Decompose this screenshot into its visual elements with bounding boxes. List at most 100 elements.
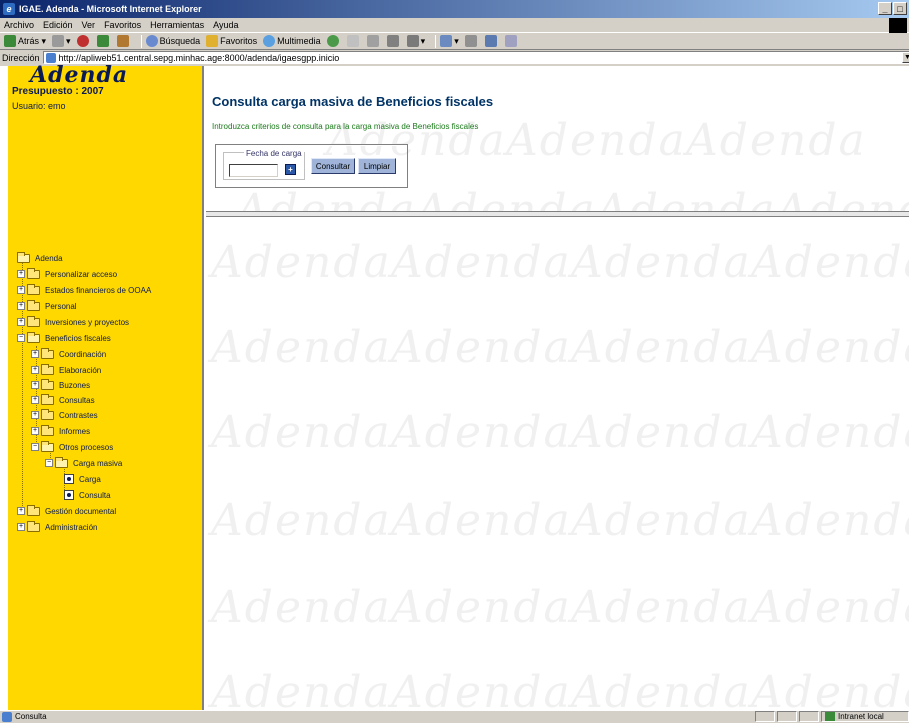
home-button[interactable]: [116, 35, 131, 47]
search-icon: [145, 35, 158, 47]
expand-icon[interactable]: +: [17, 302, 25, 310]
collapse-icon[interactable]: −: [17, 334, 25, 342]
maximize-button[interactable]: □: [893, 2, 907, 15]
calendar-button[interactable]: +: [285, 164, 296, 175]
tree-item-buzones[interactable]: + Buzones: [31, 378, 90, 392]
watermark: Adenda: [211, 495, 392, 546]
address-input[interactable]: http://apliweb51.central.sepg.minhac.age…: [42, 51, 909, 64]
folder-icon: [27, 283, 40, 295]
expand-icon[interactable]: +: [31, 381, 39, 389]
status-bar: Consulta Intranet local: [0, 710, 909, 722]
mail-icon: [440, 35, 453, 47]
back-arrow-icon: [4, 35, 16, 47]
results-frame: Adenda Adenda Adenda Adenda Adenda Adend…: [206, 217, 909, 710]
favorites-button[interactable]: Favoritos: [206, 35, 257, 47]
budget-year: Presupuesto : 2007: [12, 86, 104, 97]
status-panes: Intranet local: [753, 711, 909, 723]
folder-open-icon: [17, 251, 30, 263]
date-input[interactable]: [229, 164, 278, 177]
watermark: Adenda: [211, 322, 392, 373]
menu-edicion[interactable]: Edición: [43, 20, 73, 30]
expand-icon[interactable]: +: [31, 350, 39, 358]
tree-item-personal[interactable]: + Personal: [17, 299, 77, 313]
minimize-button[interactable]: _: [878, 2, 892, 15]
tree-item-administracion[interactable]: + Administración: [17, 520, 97, 534]
watermark: Adenda: [211, 667, 392, 710]
tree-item-informes[interactable]: + Informes: [31, 424, 90, 438]
collapse-icon[interactable]: −: [31, 443, 39, 451]
expand-icon[interactable]: +: [17, 523, 25, 531]
tree-item-coordinacion[interactable]: + Coordinación: [31, 347, 106, 361]
home-icon: [116, 35, 129, 47]
forward-button[interactable]: ▾: [52, 35, 71, 47]
expand-icon[interactable]: +: [17, 507, 25, 515]
tree-item-adenda[interactable]: Adenda: [17, 251, 63, 265]
encoding-button[interactable]: ▾: [406, 35, 425, 47]
collapse-icon[interactable]: −: [45, 459, 53, 467]
window-title: IGAE. Adenda - Microsoft Internet Explor…: [19, 4, 202, 14]
menu-favoritos[interactable]: Favoritos: [104, 20, 141, 30]
tree-item-consulta[interactable]: Consulta: [64, 488, 111, 502]
expand-icon[interactable]: +: [31, 427, 39, 435]
browser-window: e IGAE. Adenda - Microsoft Internet Expl…: [0, 0, 909, 722]
folder-icon: [27, 267, 40, 279]
favorites-icon: [206, 35, 219, 47]
expand-icon[interactable]: +: [17, 286, 25, 294]
mail-button[interactable]: ▾: [440, 35, 459, 47]
tree-item-estados-financieros[interactable]: + Estados financieros de OOAA: [17, 283, 151, 297]
consult-button[interactable]: Consultar: [311, 158, 355, 174]
edit-button[interactable]: [484, 35, 499, 47]
folder-icon: [41, 378, 54, 390]
toolbar-separator: [140, 34, 142, 48]
menu-herramientas[interactable]: Herramientas: [150, 20, 204, 30]
watermark: Adenda: [391, 495, 572, 546]
expand-icon[interactable]: +: [17, 318, 25, 326]
tree-item-beneficios-fiscales[interactable]: − Beneficios fiscales: [17, 331, 111, 345]
folder-open-icon: [27, 331, 40, 343]
expand-icon[interactable]: +: [31, 411, 39, 419]
search-button[interactable]: Búsqueda: [145, 35, 200, 47]
page-subtitle: Introduzca criterios de consulta para la…: [212, 122, 479, 131]
print-icon: [464, 35, 477, 47]
tree-item-inversiones[interactable]: + Inversiones y proyectos: [17, 315, 129, 329]
tree-item-carga-masiva[interactable]: − Carga masiva: [45, 456, 122, 470]
folder-icon: [27, 299, 40, 311]
menu-archivo[interactable]: Archivo: [4, 20, 34, 30]
expand-icon[interactable]: +: [31, 366, 39, 374]
print-button[interactable]: [464, 35, 479, 47]
discuss-button[interactable]: [504, 35, 519, 47]
paste-button[interactable]: [366, 35, 381, 47]
folder-icon: [41, 393, 54, 405]
tree-item-personalizar-acceso[interactable]: + Personalizar acceso: [17, 267, 117, 281]
address-dropdown-button[interactable]: ▼: [901, 52, 909, 63]
tree-item-otros-procesos[interactable]: − Otros procesos: [31, 440, 113, 454]
tree-item-carga[interactable]: Carga: [64, 472, 101, 486]
watermark: Adenda: [391, 667, 572, 710]
title-bar: e IGAE. Adenda - Microsoft Internet Expl…: [0, 0, 909, 18]
watermark: Adenda: [686, 115, 867, 166]
tree-item-elaboracion[interactable]: + Elaboración: [31, 363, 101, 377]
cut-button[interactable]: [386, 35, 401, 47]
menu-ayuda[interactable]: Ayuda: [213, 20, 238, 30]
history-button[interactable]: [326, 35, 341, 47]
tree-item-consultas[interactable]: + Consultas: [31, 393, 95, 407]
copy-button[interactable]: [346, 35, 361, 47]
watermark: Adenda: [236, 185, 417, 213]
intranet-icon: [825, 712, 835, 721]
address-bar: Dirección http://apliweb51.central.sepg.…: [0, 50, 909, 65]
watermark: Adenda: [571, 667, 752, 710]
security-zone: Intranet local: [821, 711, 909, 722]
refresh-button[interactable]: [96, 35, 111, 47]
tree-item-gestion-documental[interactable]: + Gestión documental: [17, 504, 116, 518]
expand-icon[interactable]: +: [17, 270, 25, 278]
expand-icon[interactable]: +: [31, 396, 39, 404]
clear-button[interactable]: Limpiar: [358, 158, 396, 174]
watermark: Adenda: [416, 185, 597, 213]
folder-open-icon: [55, 456, 68, 468]
menu-ver[interactable]: Ver: [82, 20, 96, 30]
back-button[interactable]: Atrás ▾: [4, 35, 46, 47]
multimedia-button[interactable]: Multimedia: [263, 35, 321, 47]
stop-button[interactable]: [76, 35, 91, 47]
watermark: Adenda: [506, 115, 687, 166]
tree-item-contrastes[interactable]: + Contrastes: [31, 408, 98, 422]
